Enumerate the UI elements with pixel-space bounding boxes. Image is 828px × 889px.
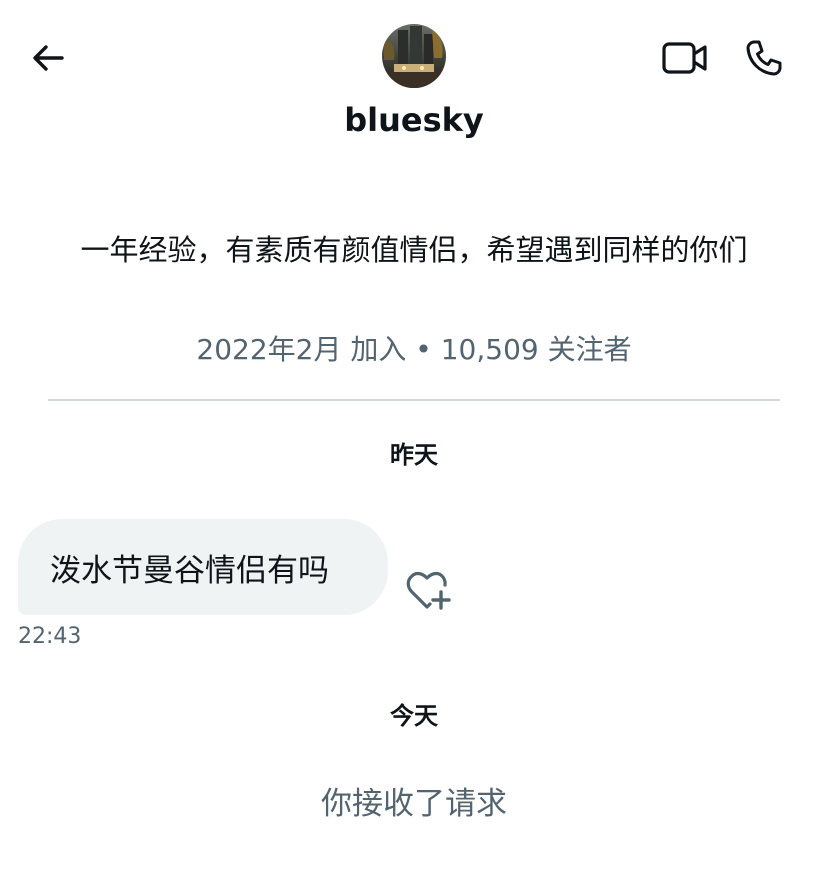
- day-label-today: 今天: [390, 702, 438, 730]
- dm-conversation-screen: bluesky 一年经验，有素质有颜值情侣，希望遇到同样的你们 2022年2月 …: [0, 0, 828, 889]
- phone-call-button[interactable]: [738, 32, 790, 84]
- video-call-button[interactable]: [656, 32, 714, 84]
- avatar-image: [382, 24, 446, 88]
- day-label-yesterday: 昨天: [390, 441, 438, 469]
- divider: [48, 399, 780, 401]
- message-bubble[interactable]: 泼水节曼谷情侣有吗: [18, 519, 388, 615]
- message-timestamp: 22:43: [18, 624, 82, 649]
- join-date: 2022年2月 加入: [196, 333, 407, 366]
- username[interactable]: bluesky: [0, 98, 828, 142]
- arrow-left-icon: [33, 45, 64, 71]
- message-text: 泼水节曼谷情侣有吗: [50, 552, 329, 589]
- profile-meta: 2022年2月 加入 • 10,509 关注者: [0, 330, 828, 370]
- meta-separator: •: [415, 333, 432, 366]
- request-status: 你接收了请求: [321, 786, 507, 822]
- avatar[interactable]: [382, 24, 446, 88]
- follower-count[interactable]: 10,509 关注者: [441, 333, 632, 366]
- phone-icon: [746, 40, 782, 76]
- back-button[interactable]: [22, 32, 74, 84]
- video-camera-icon: [662, 42, 707, 74]
- heart-plus-icon: [406, 571, 451, 610]
- profile-bio: 一年经验，有素质有颜值情侣，希望遇到同样的你们: [80, 233, 748, 267]
- add-reaction-button[interactable]: [402, 566, 456, 616]
